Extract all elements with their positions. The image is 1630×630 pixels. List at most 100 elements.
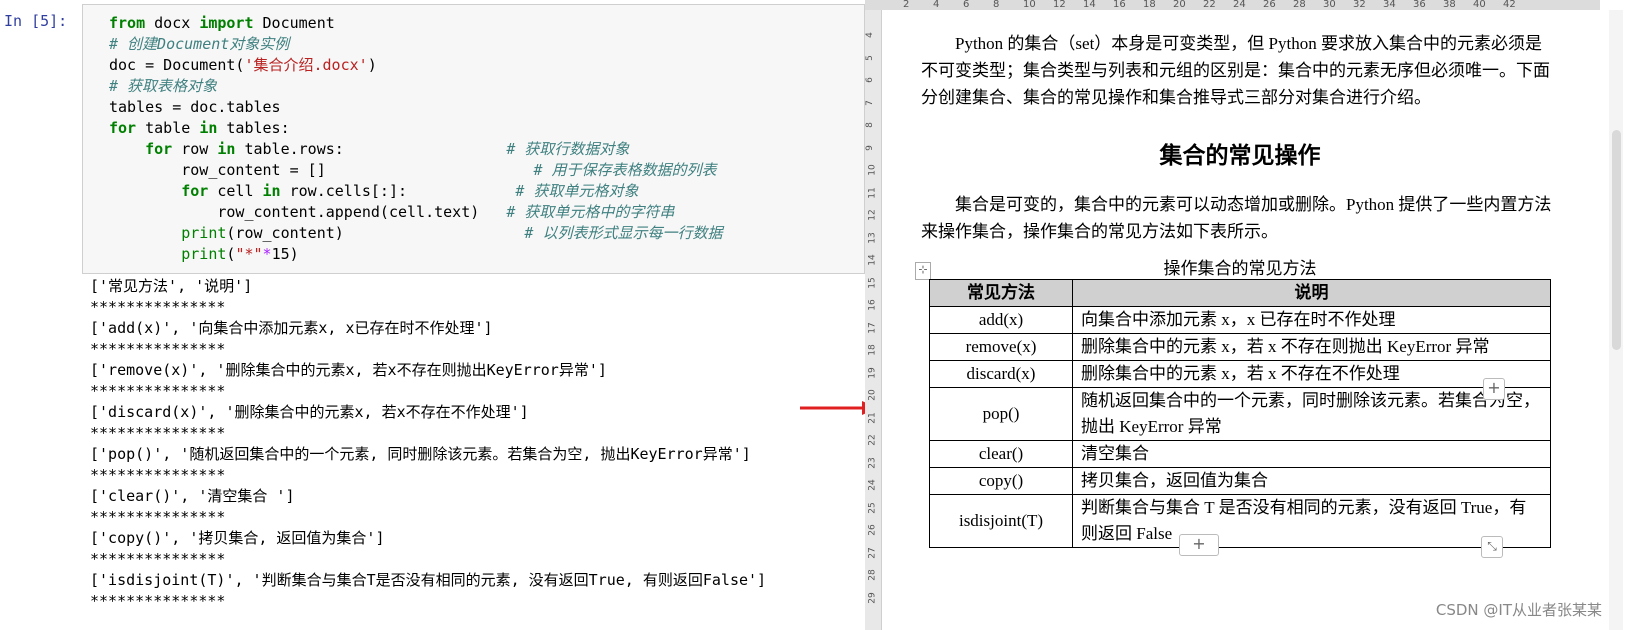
ruler-tick: 21 (867, 411, 878, 424)
output-line: *************** (90, 466, 226, 484)
ruler-tick: 18 (867, 344, 878, 356)
ruler-tick: 28 (867, 569, 878, 581)
description-cell[interactable]: 清空集合 (1072, 440, 1551, 468)
ruler-tick: 18 (1143, 0, 1156, 10)
output-line: *************** (90, 550, 226, 568)
ruler-tick: 16 (1113, 0, 1126, 10)
cell-prompt: In [5]: (4, 12, 68, 30)
method-cell[interactable]: pop() (929, 387, 1073, 441)
output-line: ['copy()', '拷贝集合, 返回值为集合'] (90, 529, 385, 547)
output-line: *************** (90, 508, 226, 526)
cell-output: ['常见方法', '说明'] *************** ['add(x)', … (90, 276, 766, 612)
expand-icon[interactable]: ⤡ (1481, 536, 1503, 558)
ruler-tick: 22 (1203, 0, 1216, 10)
ruler-tick: 10 (1023, 0, 1036, 10)
code-line[interactable]: for cell in row.cells[:]: # 获取单元格对象 (109, 181, 723, 202)
ruler-tick: 42 (1503, 0, 1516, 10)
code-line[interactable]: for row in table.rows: # 获取行数据对象 (109, 139, 723, 160)
ruler-tick: 16 (867, 299, 878, 311)
body-paragraph: 集合是可变的，集合中的元素可以动态增加或删除。Python 提供了一些内置方法来… (921, 195, 1552, 241)
table-row: add(x) 向集合中添加元素 x，x 已存在时不作处理 (929, 306, 1551, 334)
watermark: CSDN @IT从业者张某某 (1435, 601, 1602, 619)
code-line[interactable]: for table in tables: (109, 118, 723, 139)
ruler-tick: 4 (864, 32, 875, 38)
code-editor[interactable]: from docx import Document # 创建Document对象实… (109, 13, 723, 265)
table-row: pop() 随机返回集合中的一个元素，同时删除该元素。若集合为空，抛出 KeyEr… (929, 387, 1551, 441)
method-cell[interactable]: remove(x) (929, 333, 1073, 361)
output-line: ['pop()', '随机返回集合中的一个元素, 同时删除该元素。若集合为空, … (90, 445, 751, 463)
description-cell[interactable]: 删除集合中的元素 x，若 x 不存在不作处理 (1072, 360, 1551, 388)
code-line[interactable]: row_content.append(cell.text) # 获取单元格中的字… (109, 202, 723, 223)
ruler-tick: 34 (1383, 0, 1396, 10)
ruler-tick: 13 (867, 231, 878, 244)
methods-table: 常见方法 说明 add(x) 向集合中添加元素 x，x 已存在时不作处理 remov… (929, 279, 1551, 548)
document-page: Python 的集合（set）本身是可变类型，但 Python 要求放入集合中的… (885, 10, 1595, 630)
ruler-tick: 29 (867, 591, 878, 604)
method-cell[interactable]: copy() (929, 467, 1073, 495)
description-cell[interactable]: 随机返回集合中的一个元素，同时删除该元素。若集合为空，抛出 KeyError 异… (1072, 387, 1551, 441)
ruler-tick: 20 (867, 389, 878, 401)
output-line: ['isdisjoint(T)', '判断集合与集合T是否没有相同的元素, 没有… (90, 571, 767, 589)
code-line[interactable]: print("*"*15) (109, 244, 723, 265)
ruler-tick: 36 (1413, 0, 1426, 10)
output-line: ['add(x)', '向集合中添加元素x, x已存在时不作处理'] (90, 319, 493, 337)
description-cell[interactable]: 判断集合与集合 T 是否没有相同的元素，没有返回 True，有则返回 False (1072, 494, 1551, 548)
ruler-tick: 20 (1173, 0, 1186, 10)
ruler-tick: 32 (1353, 0, 1366, 10)
output-line: ['常见方法', '说明'] (90, 277, 253, 295)
output-line: *************** (90, 298, 226, 316)
header-description: 说明 (1072, 279, 1551, 307)
add-row-button[interactable]: + (1179, 534, 1219, 556)
method-cell[interactable]: add(x) (929, 306, 1073, 334)
ruler-tick: 14 (867, 254, 878, 266)
ruler-tick: 6 (963, 0, 970, 10)
ruler-tick: 6 (864, 77, 875, 83)
ruler-tick: 17 (867, 321, 878, 334)
ruler-tick: 8 (864, 122, 875, 128)
table-row: remove(x) 删除集合中的元素 x，若 x 不存在则抛出 KeyError … (929, 333, 1551, 361)
header-method: 常见方法 (929, 279, 1073, 307)
description-cell[interactable]: 向集合中添加元素 x，x 已存在时不作处理 (1072, 306, 1551, 334)
code-line[interactable]: doc = Document('集合介绍.docx') (109, 55, 723, 76)
output-line: ['clear()', '清空集合 '] (90, 487, 295, 505)
method-cell[interactable]: isdisjoint(T) (929, 494, 1073, 548)
method-cell[interactable]: discard(x) (929, 360, 1073, 388)
ruler-tick: 15 (867, 276, 878, 289)
ruler-tick: 26 (1263, 0, 1276, 10)
vertical-scrollbar[interactable] (1609, 10, 1623, 630)
notebook-panel: In [5]: from docx import Document # 创建Doc… (0, 0, 865, 630)
table-row: copy() 拷贝集合，返回值为集合 (929, 467, 1551, 495)
ruler-tick: 22 (867, 434, 878, 446)
method-cell[interactable]: clear() (929, 440, 1073, 468)
section-heading: 集合的常见操作 (1159, 143, 1321, 169)
ruler-tick: 25 (867, 501, 878, 514)
ruler-tick: 40 (1473, 0, 1486, 10)
intro-paragraph: Python 的集合（set）本身是可变类型，但 Python 要求放入集合中的… (921, 34, 1550, 107)
description-cell[interactable]: 拷贝集合，返回值为集合 (1072, 467, 1551, 495)
table-header-row: 常见方法 说明 (929, 279, 1551, 307)
code-line[interactable]: # 创建Document对象实例 (109, 34, 723, 55)
code-line[interactable]: # 获取表格对象 (109, 76, 723, 97)
ruler-tick: 38 (1443, 0, 1456, 10)
add-column-button[interactable]: + (1483, 378, 1505, 400)
code-line[interactable]: from docx import Document (109, 13, 723, 34)
ruler-tick: 4 (933, 0, 940, 10)
output-line: ['discard(x)', '删除集合中的元素x, 若x不存在不作处理'] (90, 403, 529, 421)
description-cell[interactable]: 删除集合中的元素 x，若 x 不存在则抛出 KeyError 异常 (1072, 333, 1551, 361)
table-move-handle-icon[interactable]: ⊹ (915, 262, 931, 280)
ruler-tick: 2 (903, 0, 910, 10)
ruler-tick: 10 (867, 164, 878, 176)
code-line[interactable]: row_content = [] # 用于保存表格数据的列表 (109, 160, 723, 181)
code-cell-input[interactable]: from docx import Document # 创建Document对象实… (82, 4, 865, 274)
code-line[interactable]: tables = doc.tables (109, 97, 723, 118)
ruler-tick: 19 (867, 366, 878, 379)
output-line: ['remove(x)', '删除集合中的元素x, 若x不存在则抛出KeyErr… (90, 361, 607, 379)
scrollbar-thumb[interactable] (1612, 130, 1621, 350)
ruler-tick: 14 (1083, 0, 1096, 10)
code-line[interactable]: print(row_content) # 以列表形式显示每一行数据 (109, 223, 722, 244)
ruler-tick: 27 (867, 546, 878, 559)
ruler-tick: 30 (1323, 0, 1336, 10)
ruler-tick: 8 (993, 0, 1000, 10)
vertical-ruler: 4 5 6 7 8 9 10 11 12 13 14 15 16 17 18 19 20 21 22 23 24 25 26… (865, 10, 882, 630)
table-row: isdisjoint(T) 判断集合与集合 T 是否没有相同的元素，没有返回 Tr… (929, 494, 1551, 548)
